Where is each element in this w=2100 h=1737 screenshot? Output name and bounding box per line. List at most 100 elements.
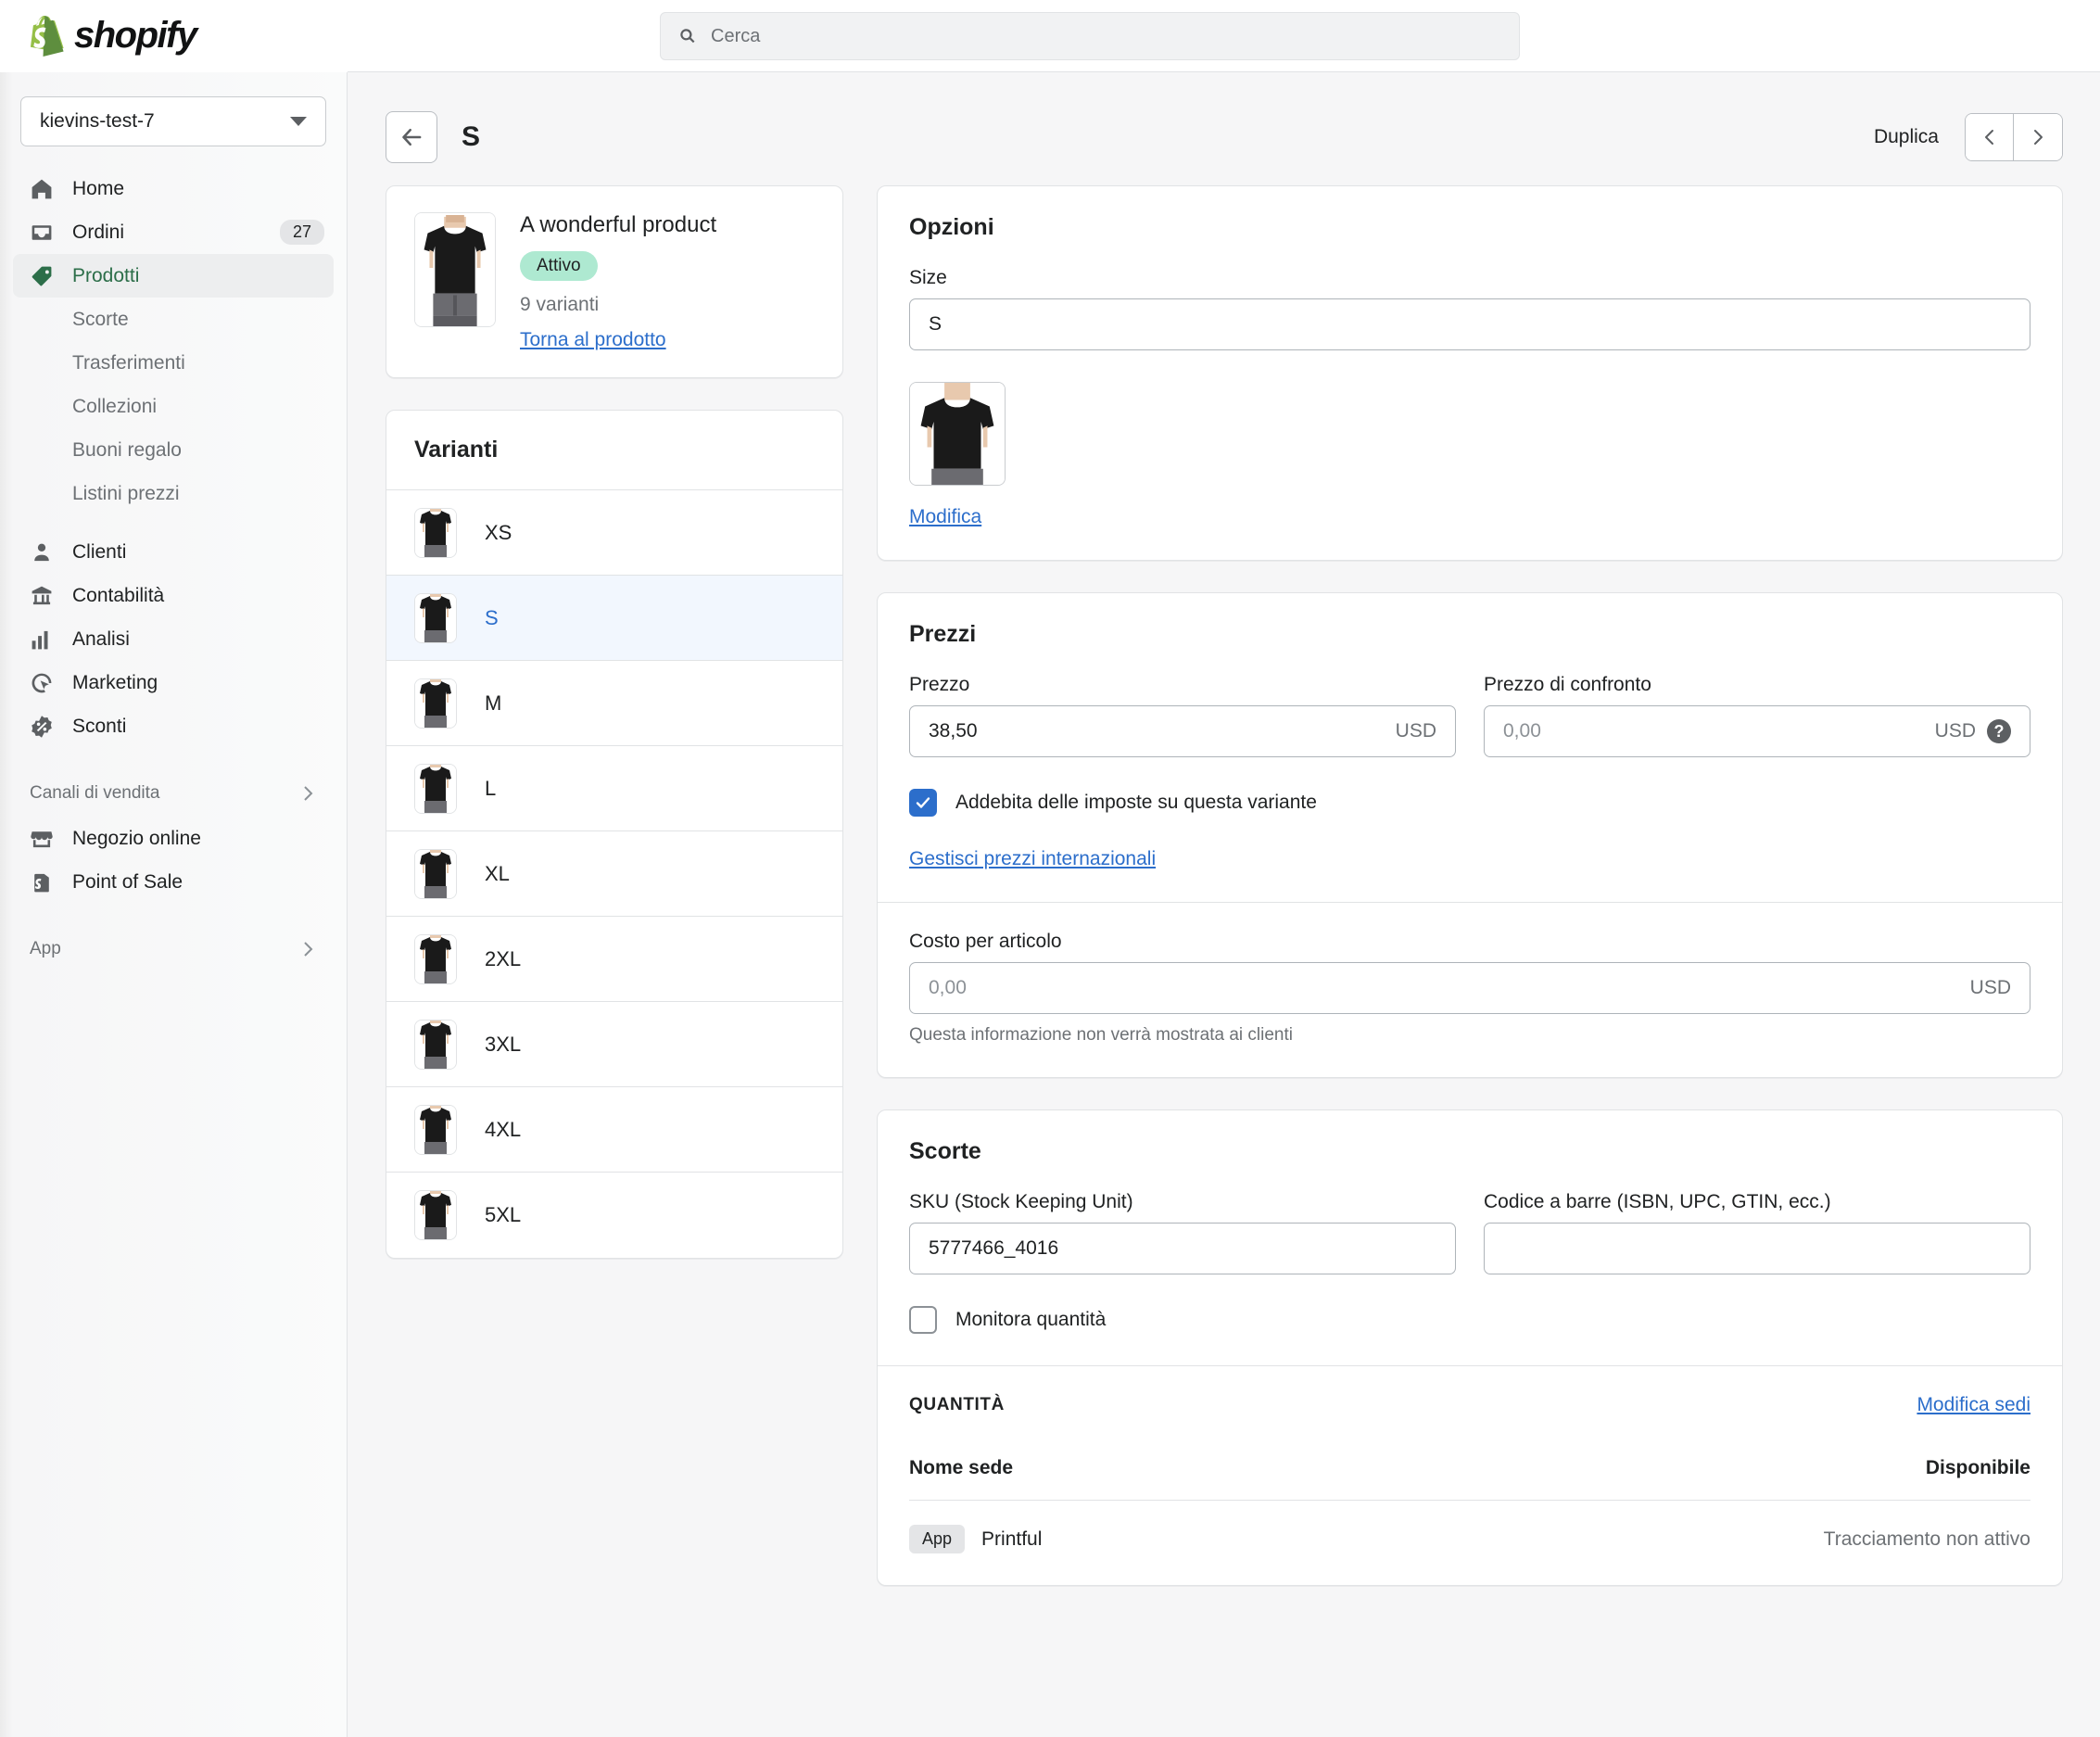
variant-thumbnail xyxy=(414,763,457,814)
inventory-title: Scorte xyxy=(909,1138,981,1164)
checkmark-icon xyxy=(916,797,930,808)
variant-row-xl[interactable]: XL xyxy=(386,831,842,917)
cost-currency: USD xyxy=(1969,977,2011,998)
variant-pagination xyxy=(1965,113,2063,161)
shopify-wordmark: shopify xyxy=(74,15,197,56)
discount-percent-icon xyxy=(32,715,52,738)
left-column: A wonderful product Attivo 9 varianti To… xyxy=(386,185,843,1617)
sidebar-item-point-of-sale[interactable]: Point of Sale xyxy=(13,860,334,904)
right-column: Opzioni Size S Modifica Prezzi Prezzo 38… xyxy=(877,185,2063,1617)
sidebar-item-analisi[interactable]: Analisi xyxy=(13,617,334,661)
black-tshirt-image xyxy=(910,383,1005,485)
black-tshirt-image xyxy=(415,1191,456,1239)
track-quantity-checkbox[interactable] xyxy=(909,1306,937,1334)
cost-hint: Questa informazione non verrà mostrata a… xyxy=(909,1025,1293,1045)
variant-row-s[interactable]: S xyxy=(386,576,842,661)
variant-row-xs[interactable]: XS xyxy=(386,490,842,576)
product-image-thumbnail xyxy=(414,212,496,327)
locations-table-header: Nome sede Disponibile xyxy=(878,1416,2062,1500)
home-icon xyxy=(32,179,52,198)
variant-row-5xl[interactable]: 5XL xyxy=(386,1173,842,1258)
variant-label: S xyxy=(485,605,499,629)
sidebar-item-negozio-online-label: Negozio online xyxy=(72,827,201,849)
compare-price-input[interactable]: 0,00 USD ? xyxy=(1484,705,2030,757)
back-to-product-link[interactable]: Torna al prodotto xyxy=(520,329,666,351)
variant-label: 5XL xyxy=(485,1203,522,1226)
sidebar-item-buoni-regalo[interactable]: Buoni regalo xyxy=(13,428,334,472)
sidebar-item-sconti[interactable]: Sconti xyxy=(13,704,334,748)
shopify-logo[interactable]: shopify xyxy=(0,0,348,72)
variant-row-4xl[interactable]: 4XL xyxy=(386,1087,842,1173)
sidebar-item-collezioni[interactable]: Collezioni xyxy=(13,385,334,428)
black-tshirt-image xyxy=(415,934,456,983)
black-tshirt-image xyxy=(415,508,456,557)
variant-thumbnail xyxy=(414,592,457,643)
next-variant-button[interactable] xyxy=(2014,114,2062,160)
sidebar-section-canali-di-vendita[interactable]: Canali di vendita xyxy=(13,774,334,813)
customer-person-icon xyxy=(34,543,49,561)
variant-label: XL xyxy=(485,861,510,885)
search-input[interactable]: Cerca xyxy=(660,12,1520,60)
sidebar-item-clienti-label: Clienti xyxy=(72,540,127,563)
variant-label: 3XL xyxy=(485,1032,522,1056)
manage-international-pricing-link[interactable]: Gestisci prezzi internazionali xyxy=(909,848,1156,870)
sku-input[interactable]: 5777466_4016 xyxy=(909,1223,1456,1274)
help-question-icon[interactable]: ? xyxy=(1987,719,2011,743)
variant-thumbnail xyxy=(414,507,457,558)
price-input[interactable]: 38,50 USD xyxy=(909,705,1456,757)
cost-per-item-input[interactable]: 0,00 USD xyxy=(909,962,2030,1014)
variant-row-2xl[interactable]: 2XL xyxy=(386,917,842,1002)
variant-row-l[interactable]: L xyxy=(386,746,842,831)
sidebar-item-scorte[interactable]: Scorte xyxy=(13,298,334,341)
barcode-input[interactable] xyxy=(1484,1223,2030,1274)
sidebar-item-listini-prezzi[interactable]: Listini prezzi xyxy=(13,472,334,515)
duplicate-button[interactable]: Duplica xyxy=(1874,126,1939,148)
track-quantity-label: Monitora quantità xyxy=(955,1309,1107,1330)
charge-tax-row[interactable]: Addebita delle imposte su questa variant… xyxy=(909,789,2030,817)
sidebar-item-prodotti[interactable]: Prodotti xyxy=(13,254,334,298)
sidebar-section-app[interactable]: App xyxy=(13,930,334,969)
sidebar-item-contabilita[interactable]: Contabilità xyxy=(13,574,334,617)
black-tshirt-image xyxy=(415,849,456,898)
orders-inbox-icon xyxy=(32,224,52,240)
sidebar-item-collezioni-label: Collezioni xyxy=(72,395,158,417)
size-input[interactable]: S xyxy=(909,298,2030,350)
edit-locations-link[interactable]: Modifica sedi xyxy=(1917,1394,2030,1416)
sidebar-item-trasferimenti[interactable]: Trasferimenti xyxy=(13,341,334,385)
product-summary-card: A wonderful product Attivo 9 varianti To… xyxy=(386,185,843,378)
variant-count: 9 varianti xyxy=(520,294,600,315)
back-button[interactable] xyxy=(386,111,437,163)
sidebar-item-clienti[interactable]: Clienti xyxy=(13,530,334,574)
variant-row-3xl[interactable]: 3XL xyxy=(386,1002,842,1087)
variant-label: 4XL xyxy=(485,1117,522,1141)
sidebar-item-ordini[interactable]: Ordini 27 xyxy=(13,210,334,254)
charge-tax-checkbox[interactable] xyxy=(909,789,937,817)
sidebar-item-home-label: Home xyxy=(72,177,125,199)
quantity-title: QUANTITÀ xyxy=(909,1395,1005,1414)
previous-variant-button[interactable] xyxy=(1966,114,2014,160)
sidebar-item-marketing[interactable]: Marketing xyxy=(13,661,334,704)
variants-card: Varianti XS S M L XL 2XL 3XL 4XL 5XL xyxy=(386,410,843,1259)
status-badge: Attivo xyxy=(520,251,598,281)
compare-price-currency: USD xyxy=(1934,720,1976,742)
search-placeholder: Cerca xyxy=(711,25,761,46)
arrow-left-icon xyxy=(402,128,422,146)
location-name: Printful xyxy=(981,1528,1043,1550)
variant-row-m[interactable]: M xyxy=(386,661,842,746)
online-store-icon xyxy=(31,830,53,847)
chevron-right-icon xyxy=(304,786,313,801)
pricing-card: Prezzi Prezzo 38,50 USD Prezzo di confro… xyxy=(877,592,2063,1078)
edit-image-link[interactable]: Modifica xyxy=(909,506,981,528)
track-quantity-row[interactable]: Monitora quantità xyxy=(909,1306,2030,1334)
quantity-header: QUANTITÀ Modifica sedi xyxy=(878,1366,2062,1416)
sidebar-item-prodotti-label: Prodotti xyxy=(72,264,140,286)
variant-image-thumbnail[interactable] xyxy=(909,382,1006,486)
sidebar-item-home[interactable]: Home xyxy=(13,167,334,210)
variant-thumbnail xyxy=(414,848,457,899)
variant-thumbnail xyxy=(414,678,457,729)
store-switcher[interactable]: kievins-test-7 xyxy=(20,96,326,146)
sku-field-group: SKU (Stock Keeping Unit) 5777466_4016 xyxy=(909,1191,1456,1274)
product-name: A wonderful product xyxy=(520,212,717,237)
sidebar-item-negozio-online[interactable]: Negozio online xyxy=(13,817,334,860)
bank-building-icon xyxy=(32,586,52,604)
